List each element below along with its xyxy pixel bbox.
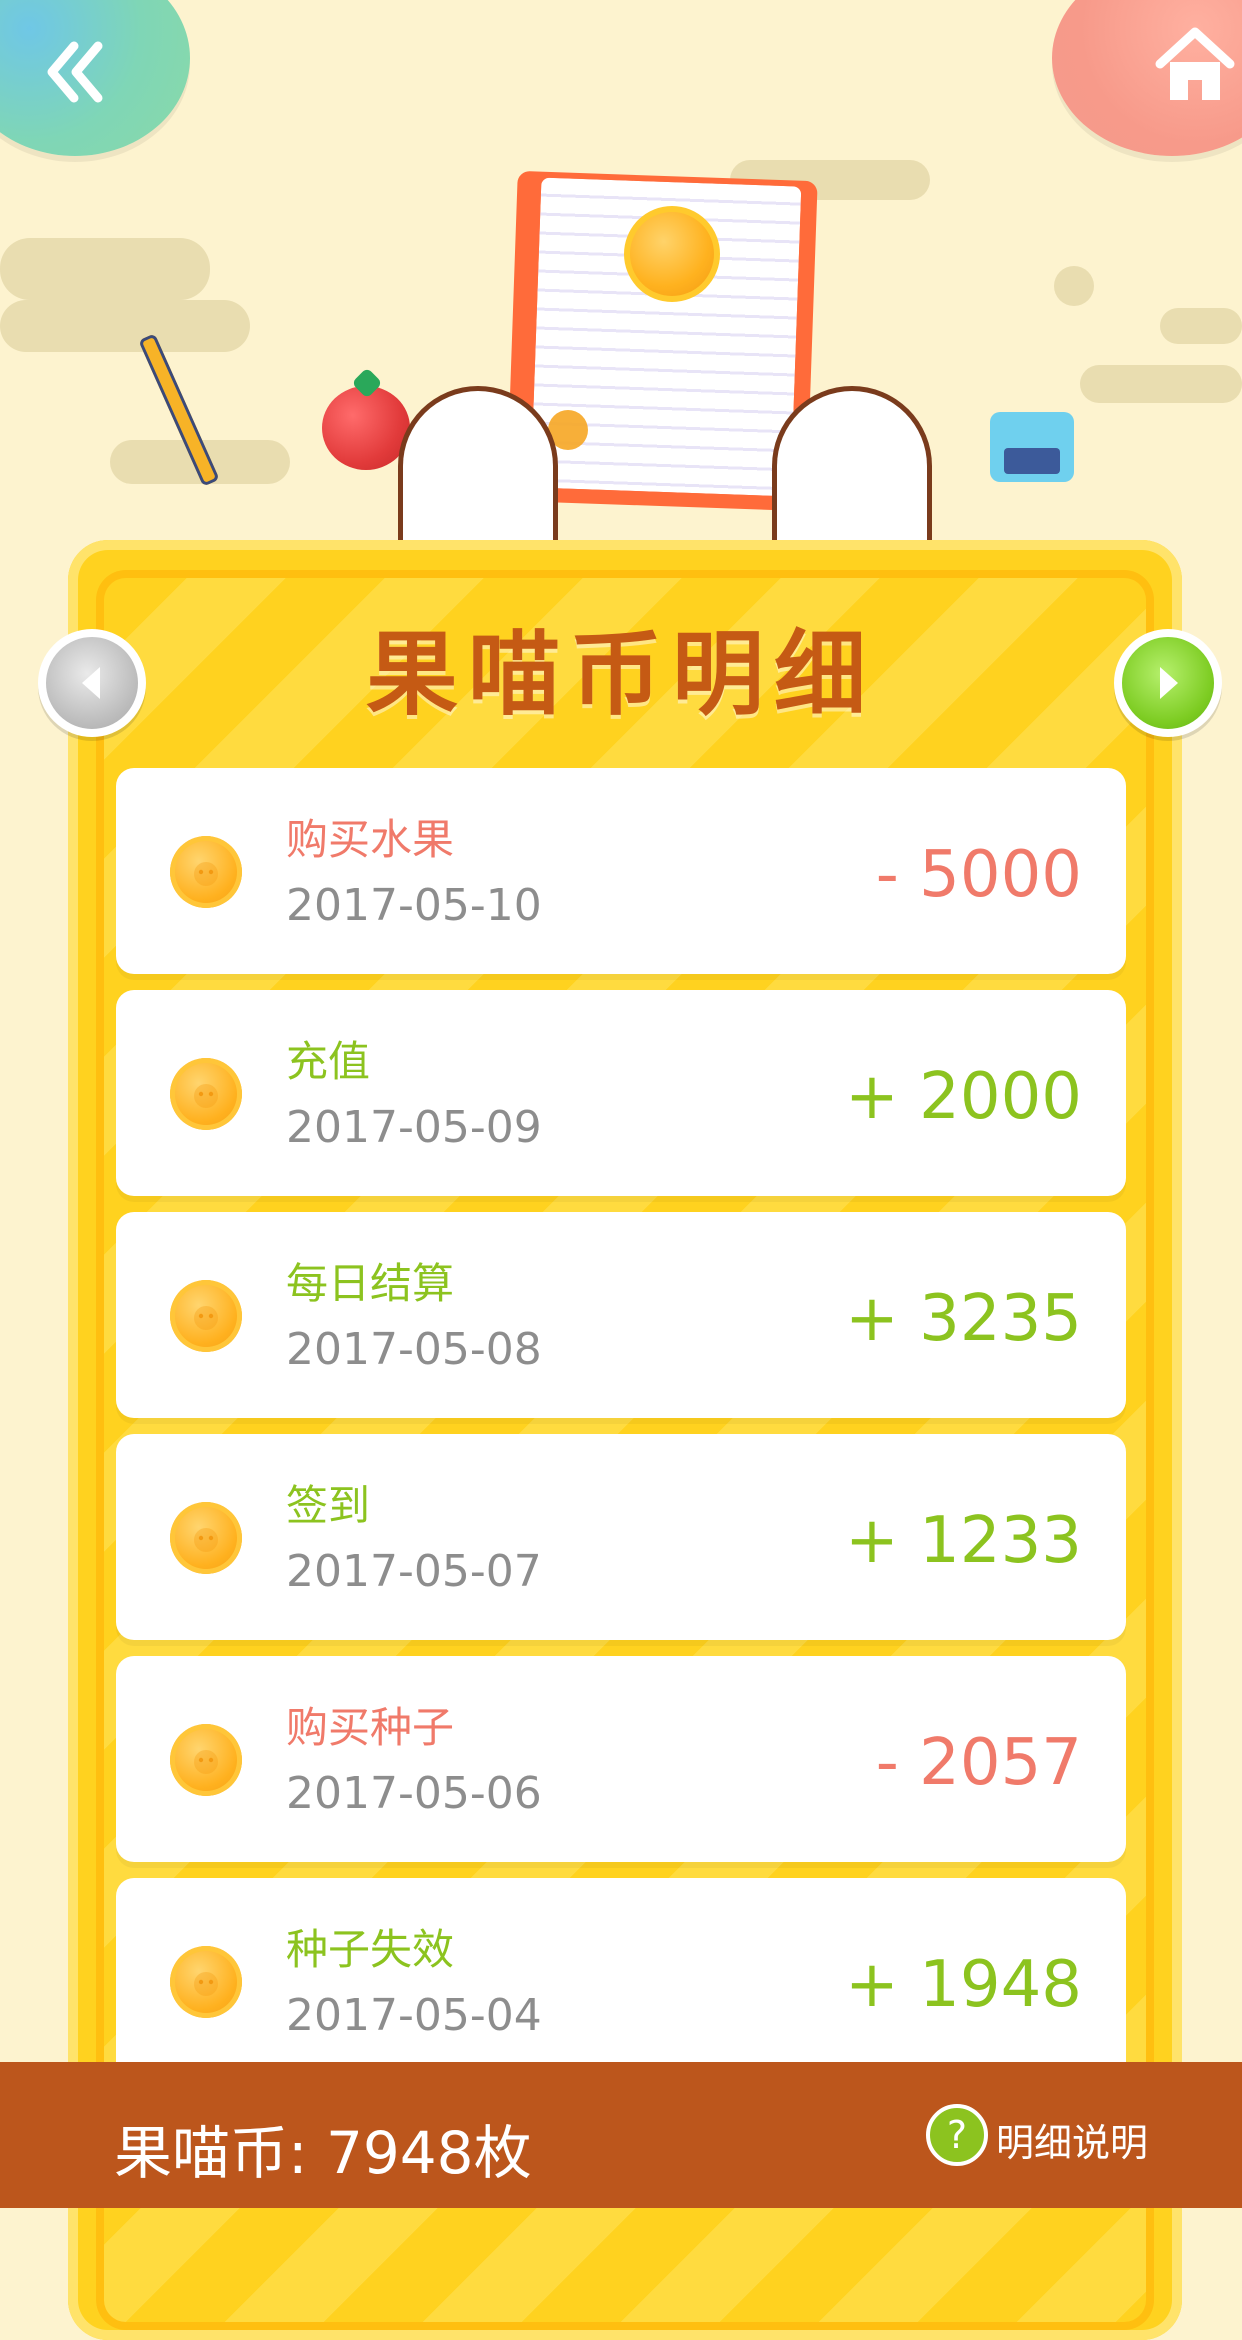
transaction-date: 2017-05-10 [286,880,542,931]
transaction-amount: - 2057 [875,1726,1082,1800]
coin-icon [624,206,720,302]
transaction-title: 签到 [286,1481,371,1530]
cat-paw-left [398,386,558,551]
list-item[interactable]: 每日结算 2017-05-08 + 3235 [116,1212,1126,1418]
transaction-date: 2017-05-08 [286,1324,542,1375]
details-help-link[interactable]: 明细说明 [996,2112,1148,2167]
transaction-title: 充值 [286,1037,371,1086]
tomato-icon [322,386,410,470]
coin-icon [170,1280,242,1352]
transaction-amount: - 5000 [875,838,1082,912]
list-item[interactable]: 购买种子 2017-05-06 - 2057 [116,1656,1126,1862]
next-page-button[interactable] [1114,629,1222,737]
transaction-date: 2017-05-09 [286,1102,542,1153]
transaction-amount: + 2000 [845,1060,1082,1134]
transaction-date: 2017-05-04 [286,1990,542,2041]
question-mark-icon[interactable]: ? [926,2104,988,2166]
list-item[interactable]: 充值 2017-05-09 + 2000 [116,990,1126,1196]
decor-cloud [1160,308,1242,344]
transaction-title: 种子失效 [286,1925,455,1974]
transaction-amount: + 3235 [845,1282,1082,1356]
decor-cloud [0,238,210,300]
prev-page-button[interactable] [38,629,146,737]
transaction-amount: + 1948 [845,1948,1082,2022]
chevron-right-icon [1160,667,1178,699]
home-button[interactable] [1052,0,1242,156]
back-button[interactable] [0,0,190,156]
coin-icon [170,1724,242,1796]
transaction-title: 购买水果 [286,815,455,864]
transaction-title: 每日结算 [286,1259,455,1308]
list-item[interactable]: 购买水果 2017-05-10 - 5000 [116,768,1126,974]
balance-text: 果喵币: 7948枚 [114,2119,532,2187]
double-chevron-left-icon [47,41,103,103]
decor-cloud [0,300,250,352]
ink-bottle-label [1004,448,1060,474]
coin-icon [170,1502,242,1574]
list-item[interactable]: 种子失效 2017-05-04 + 1948 [116,1878,1126,2084]
home-icon [1155,27,1235,100]
decor-cloud [1080,365,1242,403]
transaction-date: 2017-05-06 [286,1768,542,1819]
coin-icon [170,1058,242,1130]
cat-paw-right [772,386,932,551]
coin-icon [170,836,242,908]
decor-dot [1054,266,1094,306]
transaction-title: 购买种子 [286,1703,455,1752]
page-title: 果喵币明细 [365,621,876,728]
transaction-date: 2017-05-07 [286,1546,542,1597]
chevron-left-icon [82,667,100,699]
list-item[interactable]: 签到 2017-05-07 + 1233 [116,1434,1126,1640]
transaction-amount: + 1233 [845,1504,1082,1578]
coin-icon [170,1946,242,2018]
